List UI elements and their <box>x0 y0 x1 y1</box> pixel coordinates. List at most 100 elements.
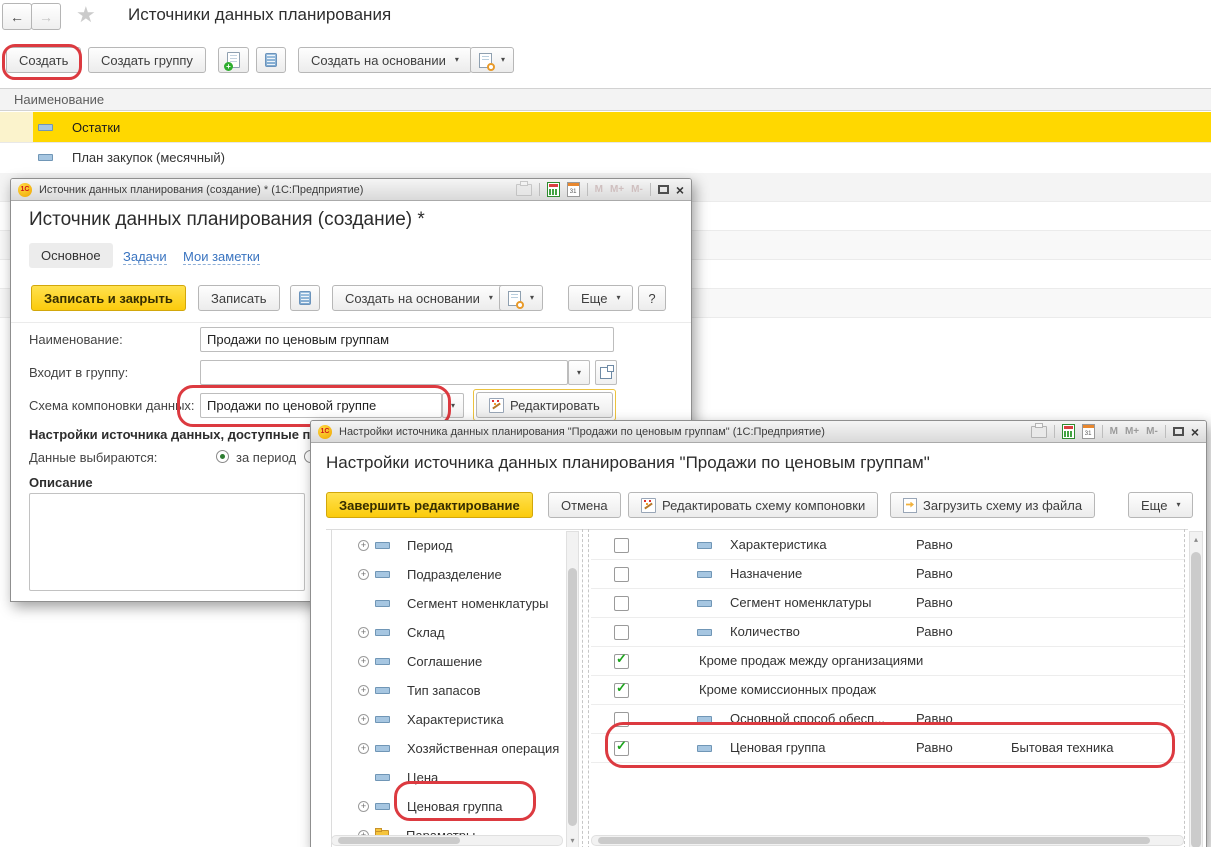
name-input[interactable] <box>200 327 614 352</box>
condition-row-kolichestvo[interactable]: Количество Равно <box>591 618 1184 647</box>
checkbox-checked[interactable]: ✓ <box>614 741 629 756</box>
condition-row-harakteristika[interactable]: Характеристика Равно <box>591 531 1184 560</box>
print-icon[interactable] <box>1031 426 1047 438</box>
expand-icon[interactable]: + <box>358 801 369 812</box>
table-row-ostatki[interactable]: Остатки <box>0 112 1211 142</box>
table-header-row[interactable]: Наименование <box>0 88 1211 111</box>
expand-icon[interactable]: + <box>358 743 369 754</box>
checkbox-unchecked[interactable] <box>614 567 629 582</box>
create-based-on-button[interactable]: Создать на основании ▾ <box>332 285 506 311</box>
condition-row-osnovnoy-sposob[interactable]: Основной способ обесп... Равно <box>591 705 1184 734</box>
memory-minus-icon[interactable]: M- <box>1146 427 1158 437</box>
save-and-close-button[interactable]: Записать и закрыть <box>31 285 186 311</box>
help-button[interactable]: ? <box>638 285 666 311</box>
maximize-icon[interactable] <box>1173 427 1184 436</box>
conditions-horizontal-scrollbar[interactable] <box>591 835 1184 846</box>
tree-item-sklad[interactable]: + Склад <box>332 618 566 647</box>
scrollbar-thumb[interactable] <box>568 568 577 826</box>
group-input[interactable] <box>200 360 568 385</box>
checkbox-unchecked[interactable] <box>614 538 629 553</box>
expand-icon[interactable]: + <box>358 569 369 580</box>
calculator-icon[interactable] <box>547 182 560 197</box>
load-schema-from-file-button[interactable]: Загрузить схему из файла <box>890 492 1095 518</box>
tree-item-hoz-operaciya[interactable]: + Хозяйственная операция <box>332 734 566 763</box>
condition-row-naznachenie[interactable]: Назначение Равно <box>591 560 1184 589</box>
nav-forward-button[interactable]: → <box>31 3 61 30</box>
expand-icon[interactable]: + <box>358 540 369 551</box>
list-settings-button[interactable] <box>290 285 320 311</box>
maximize-icon[interactable] <box>658 185 669 194</box>
checkbox-unchecked[interactable] <box>614 625 629 640</box>
tree-horizontal-scrollbar[interactable] <box>331 835 563 846</box>
tree-item-cena[interactable]: Цена <box>332 763 566 792</box>
condition-row-segment[interactable]: Сегмент номенклатуры Равно <box>591 589 1184 618</box>
radio-for-period[interactable] <box>216 450 229 463</box>
scroll-up-icon[interactable]: ▴ <box>1190 534 1202 546</box>
table-row-plan-zakupok[interactable]: План закупок (месячный) <box>0 142 1211 172</box>
cancel-button[interactable]: Отмена <box>548 492 621 518</box>
group-open-button[interactable] <box>595 360 617 385</box>
schema-dropdown-button[interactable]: ▾ <box>442 393 464 418</box>
edit-schema-button[interactable]: Редактировать <box>476 392 613 418</box>
document-history-button[interactable]: ▾ <box>499 285 543 311</box>
document-history-button[interactable]: ▾ <box>470 47 514 73</box>
condition-row-krome-prodazh[interactable]: ✓ Кроме продаж между организациями <box>591 647 1184 676</box>
save-button[interactable]: Записать <box>198 285 280 311</box>
tree-item-tip-zapasov[interactable]: + Тип запасов <box>332 676 566 705</box>
tab-tasks[interactable]: Задачи <box>123 249 167 265</box>
tree-item-period[interactable]: + Период <box>332 531 566 560</box>
tree-item-segment[interactable]: Сегмент номенклатуры <box>332 589 566 618</box>
calculator-icon[interactable] <box>1062 424 1075 439</box>
memory-icon[interactable]: M <box>595 185 603 195</box>
edit-composition-schema-button[interactable]: Редактировать схему компоновки <box>628 492 878 518</box>
create-button[interactable]: Создать <box>6 47 81 73</box>
memory-minus-icon[interactable]: M- <box>631 185 643 195</box>
expand-icon[interactable]: + <box>358 627 369 638</box>
list-settings-button[interactable] <box>256 47 286 73</box>
row-label: Остатки <box>72 120 120 135</box>
memory-plus-icon[interactable]: M+ <box>610 185 624 195</box>
checkbox-unchecked[interactable] <box>614 712 629 727</box>
tree-item-cenovaya-gruppa[interactable]: + Ценовая группа <box>332 792 566 821</box>
memory-plus-icon[interactable]: M+ <box>1125 427 1139 437</box>
close-icon[interactable]: × <box>676 183 684 197</box>
tree-item-soglashenie[interactable]: + Соглашение <box>332 647 566 676</box>
checkbox-checked[interactable]: ✓ <box>614 654 629 669</box>
tab-my-notes[interactable]: Мои заметки <box>183 249 260 265</box>
print-icon[interactable] <box>516 184 532 196</box>
condition-value: Бытовая техника <box>1011 734 1113 762</box>
tree-item-harakteristika[interactable]: + Характеристика <box>332 705 566 734</box>
calendar-icon[interactable]: 31 <box>1082 424 1095 439</box>
memory-icon[interactable]: M <box>1110 427 1118 437</box>
calendar-icon[interactable]: 31 <box>567 182 580 197</box>
group-dropdown-button[interactable]: ▾ <box>568 360 590 385</box>
copy-item-button[interactable] <box>218 47 249 73</box>
condition-row-krome-komissionnyh[interactable]: ✓ Кроме комиссионных продаж <box>591 676 1184 705</box>
checkbox-unchecked[interactable] <box>614 596 629 611</box>
tab-main[interactable]: Основное <box>29 243 113 268</box>
expand-icon[interactable]: + <box>358 685 369 696</box>
expand-icon[interactable]: + <box>358 656 369 667</box>
favorite-star-icon[interactable]: ★ <box>76 2 96 28</box>
description-textarea[interactable] <box>29 493 305 591</box>
nav-back-button[interactable]: ← <box>2 3 32 30</box>
schema-input[interactable] <box>200 393 442 418</box>
finish-editing-button[interactable]: Завершить редактирование <box>326 492 533 518</box>
scrollbar-thumb[interactable] <box>1191 552 1201 847</box>
dialog2-titlebar[interactable]: 1С Настройки источника данных планирован… <box>311 421 1206 443</box>
dialog1-titlebar[interactable]: 1С Источник данных планирования (создани… <box>11 179 691 201</box>
checkbox-checked[interactable]: ✓ <box>614 683 629 698</box>
close-icon[interactable]: × <box>1191 425 1199 439</box>
tree-item-podrazdelenie[interactable]: + Подразделение <box>332 560 566 589</box>
conditions-vertical-scrollbar[interactable]: ▴ <box>1189 531 1203 847</box>
scrollbar-thumb[interactable] <box>598 837 1150 844</box>
create-group-button[interactable]: Создать группу <box>88 47 206 73</box>
condition-row-cenovaya-gruppa[interactable]: ✓ Ценовая группа Равно Бытовая техника <box>591 734 1184 763</box>
expand-icon[interactable]: + <box>358 714 369 725</box>
tree-vertical-scrollbar[interactable]: ▾ <box>566 531 579 847</box>
more-button[interactable]: Еще ▾ <box>568 285 633 311</box>
more-button[interactable]: Еще ▾ <box>1128 492 1193 518</box>
scrollbar-thumb[interactable] <box>338 837 460 844</box>
create-based-on-button[interactable]: Создать на основании ▾ <box>298 47 472 73</box>
scroll-down-icon[interactable]: ▾ <box>567 835 578 847</box>
